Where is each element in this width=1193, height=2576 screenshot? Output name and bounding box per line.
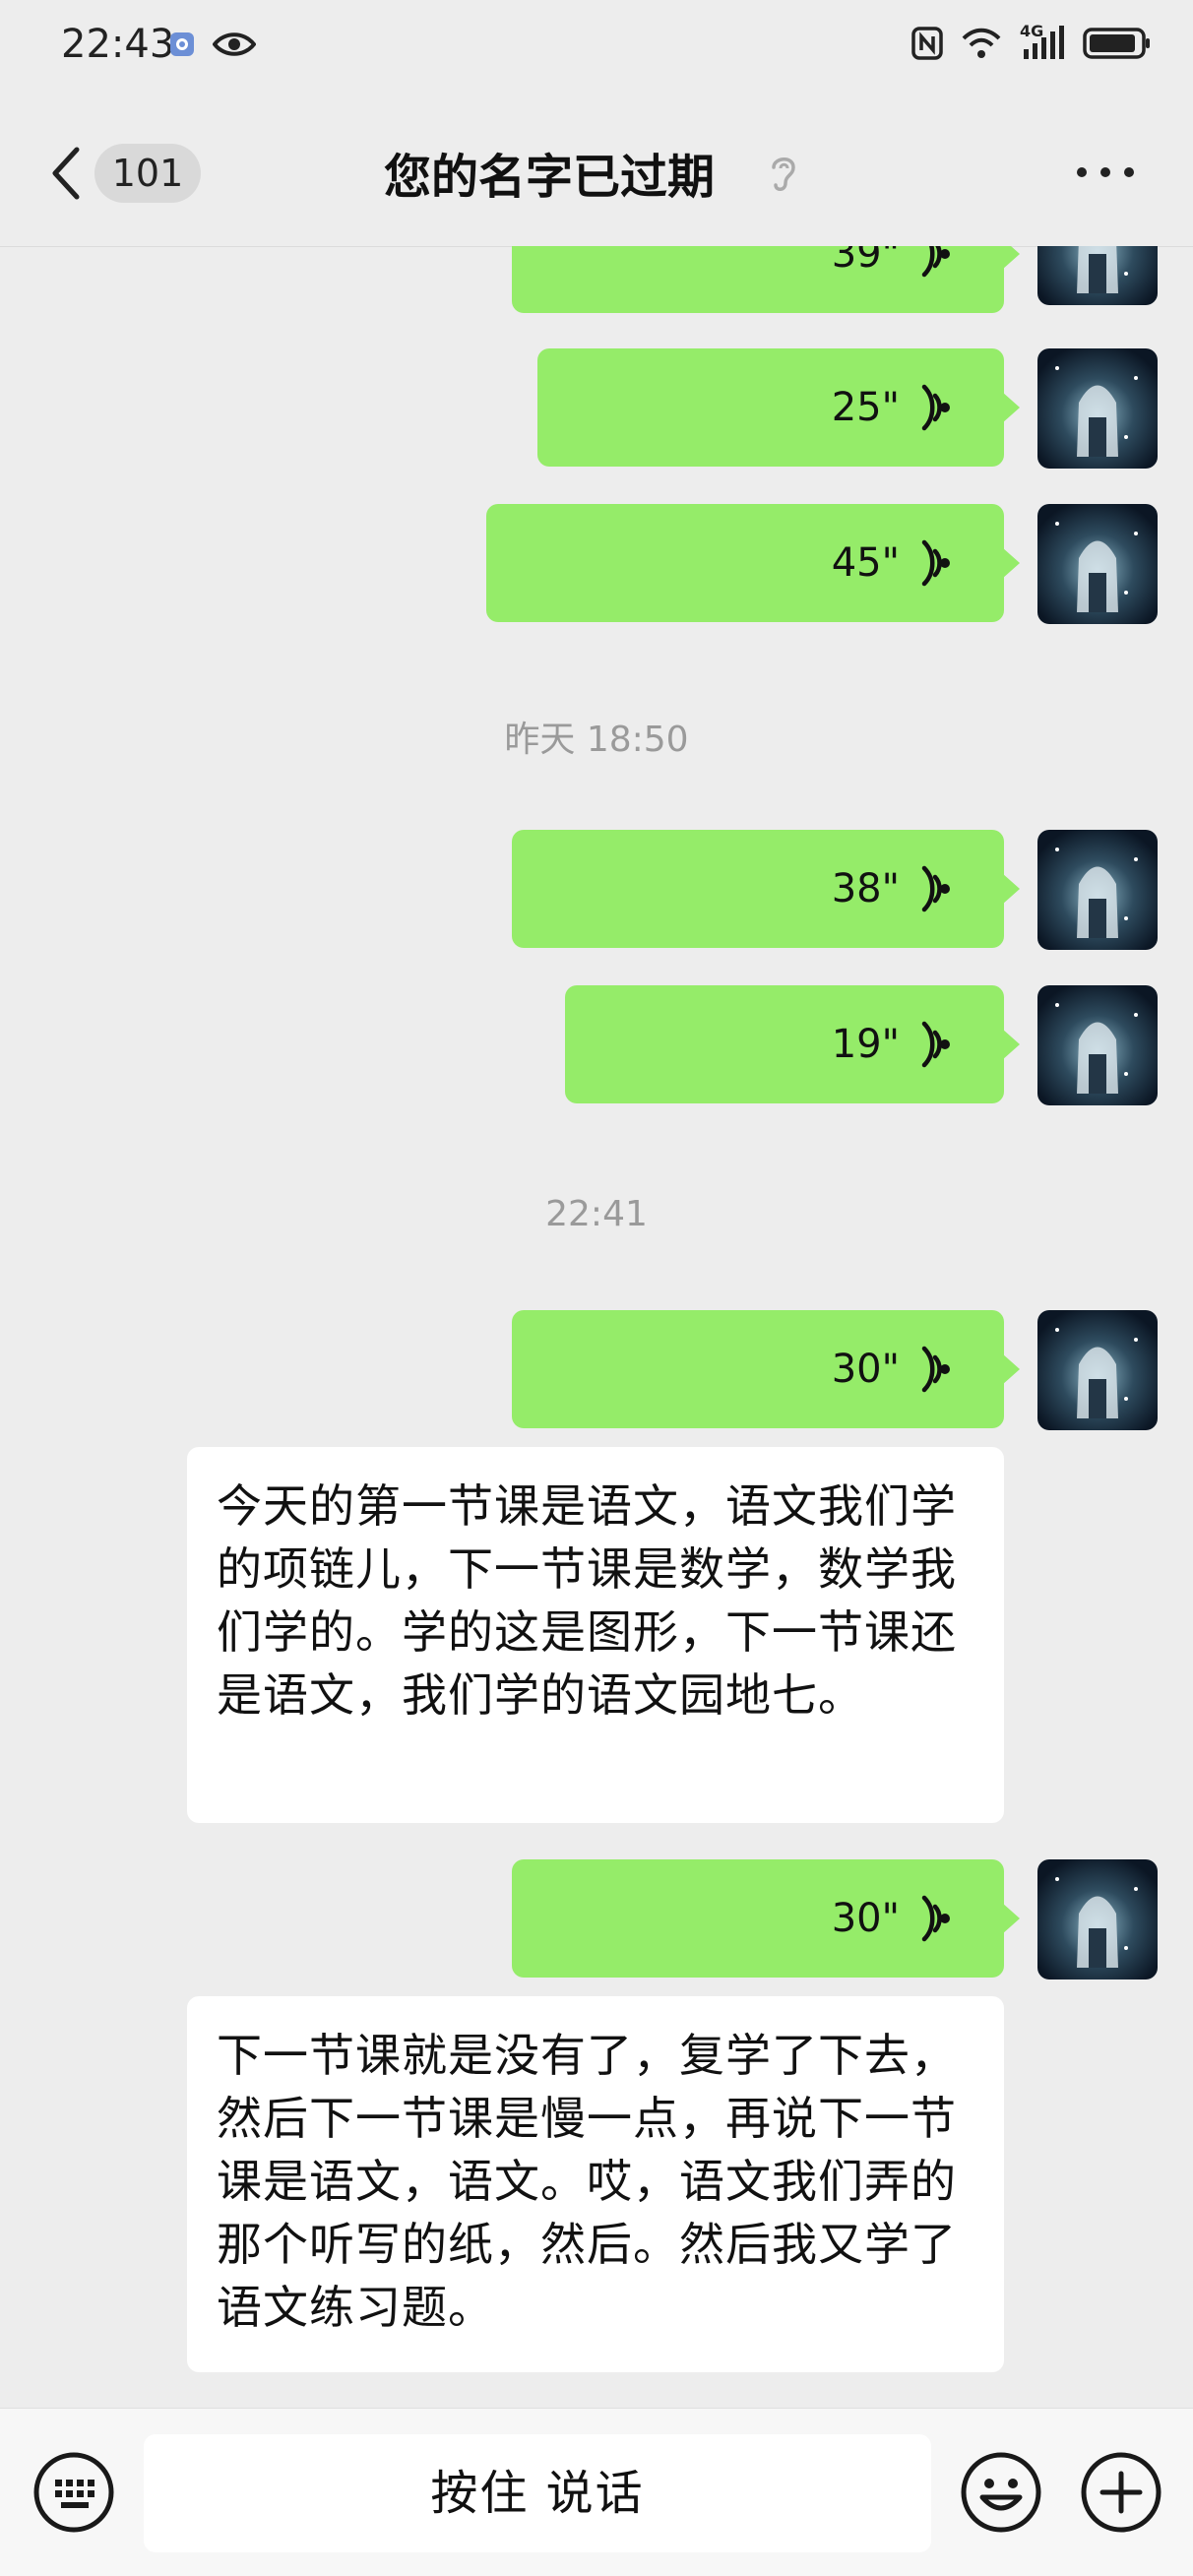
chat-header: 101 您的名字已过期 [0, 98, 1193, 247]
voice-message-bubble[interactable]: 39" [512, 246, 1020, 313]
voice-message-bubble[interactable]: 30" [512, 1859, 1020, 1978]
voice-wave-icon [921, 1021, 950, 1068]
app-notification-icon [170, 32, 194, 56]
chat-input-bar: 按住 说话 [0, 2408, 1193, 2576]
keyboard-icon[interactable] [31, 2450, 116, 2535]
voice-duration: 38" [831, 866, 900, 911]
eye-icon [213, 32, 256, 56]
voice-transcript-bubble[interactable]: 今天的第一节课是语文，语文我们学的项链儿，下一节课是数学，数学我们学的。学的这是… [187, 1447, 1004, 1823]
avatar[interactable] [1037, 246, 1158, 305]
back-arrow-icon[interactable] [47, 146, 87, 201]
avatar[interactable] [1037, 1859, 1158, 1979]
voice-duration: 39" [831, 246, 900, 277]
avatar[interactable] [1037, 985, 1158, 1105]
wifi-icon [962, 28, 1001, 58]
plus-icon[interactable] [1079, 2450, 1163, 2535]
voice-wave-icon [921, 384, 950, 431]
dot-icon [1124, 167, 1134, 177]
status-right-icons: 4G [911, 22, 1152, 61]
dot-icon [1077, 167, 1087, 177]
voice-wave-icon [921, 246, 950, 278]
cellular-signal-icon: 4G [1020, 22, 1065, 61]
voice-wave-icon [921, 1346, 950, 1393]
voice-duration: 30" [831, 1896, 900, 1941]
voice-message-bubble[interactable]: 45" [486, 504, 1020, 622]
message-timestamp: 昨天 18:50 [504, 720, 689, 760]
voice-wave-icon [921, 1895, 950, 1942]
voice-wave-icon [921, 865, 950, 912]
voice-duration: 30" [831, 1347, 900, 1392]
avatar[interactable] [1037, 504, 1158, 624]
avatar[interactable] [1037, 830, 1158, 950]
battery-icon [1083, 28, 1150, 59]
voice-duration: 45" [831, 540, 900, 586]
voice-wave-icon [921, 539, 950, 587]
avatar[interactable] [1037, 1310, 1158, 1430]
more-options-button[interactable] [1077, 167, 1134, 177]
chat-title: 您的名字已过期 [384, 150, 716, 205]
status-time: 22:43 [61, 22, 175, 67]
voice-transcript-bubble[interactable]: 下一节课就是没有了，复学了下去，然后下一节课是慢一点，再说下一节课是语文，语文。… [187, 1996, 1004, 2372]
unread-count-badge[interactable]: 101 [94, 144, 201, 203]
voice-message-bubble[interactable]: 19" [565, 985, 1020, 1103]
voice-duration: 25" [831, 385, 900, 430]
status-left-icons [169, 30, 256, 59]
emoji-icon[interactable] [959, 2450, 1043, 2535]
nfc-icon [911, 27, 943, 60]
voice-duration: 19" [831, 1022, 900, 1067]
dot-icon [1100, 167, 1110, 177]
status-bar: 22:43 4G [0, 0, 1193, 98]
hold-to-talk-button[interactable]: 按住 说话 [144, 2434, 931, 2552]
avatar[interactable] [1037, 348, 1158, 469]
message-list[interactable]: 39" 25" 45" 昨天 18:50 38" 19" 22:41 30" 今… [0, 246, 1193, 2408]
voice-message-bubble[interactable]: 30" [512, 1310, 1020, 1428]
message-timestamp: 22:41 [545, 1194, 648, 1234]
voice-message-bubble[interactable]: 25" [537, 348, 1020, 467]
earpiece-mode-icon [772, 157, 795, 191]
voice-message-bubble[interactable]: 38" [512, 830, 1020, 948]
